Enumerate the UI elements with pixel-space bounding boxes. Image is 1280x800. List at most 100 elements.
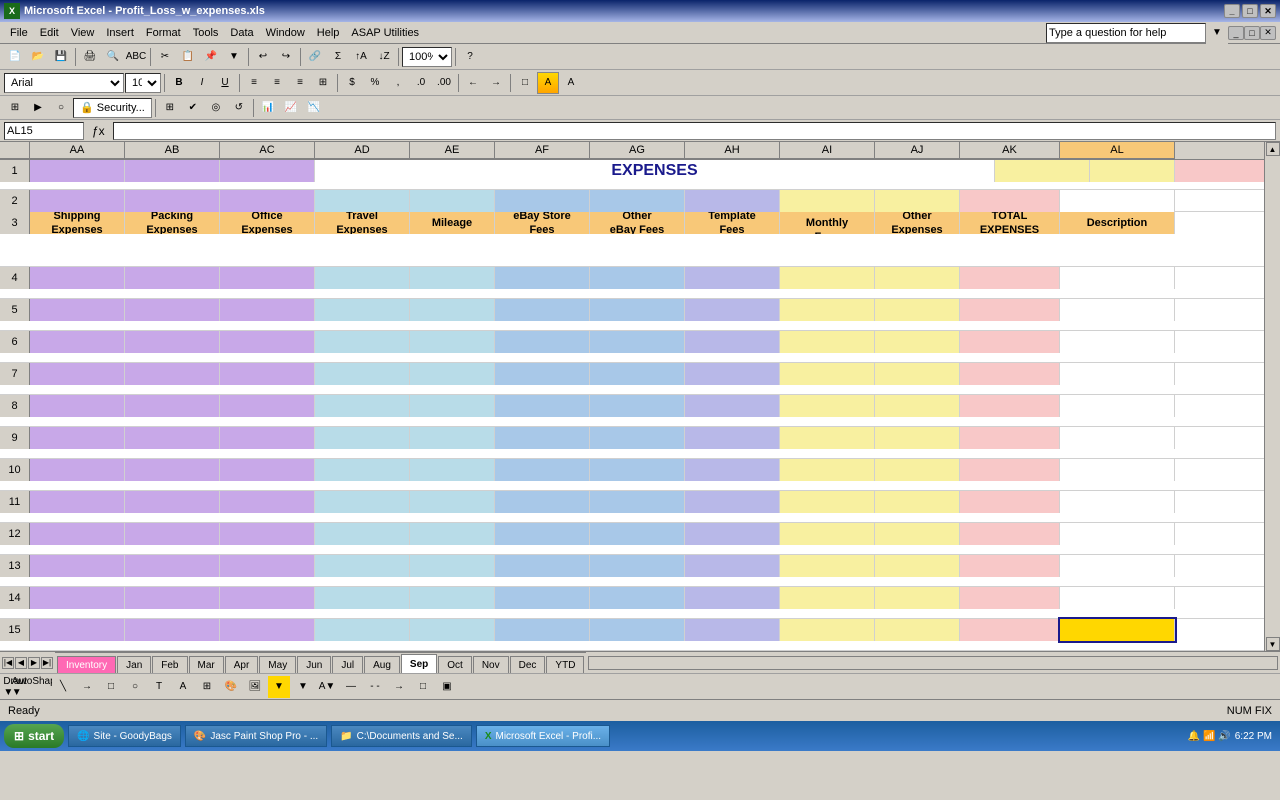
horizontal-scrollbar[interactable] (588, 656, 1278, 670)
cell-AB7[interactable] (125, 363, 220, 385)
cell-AA11[interactable] (30, 491, 125, 513)
cell-AA10[interactable] (30, 459, 125, 481)
cell-AD8[interactable] (315, 395, 410, 417)
cell-AA7[interactable] (30, 363, 125, 385)
cell-AI4[interactable] (780, 267, 875, 289)
cell-AL6[interactable] (1060, 331, 1175, 353)
sheet-tab-jul[interactable]: Jul (332, 656, 363, 673)
cell-AH9[interactable] (685, 427, 780, 449)
sheet-last-btn[interactable]: ▶| (41, 657, 53, 669)
cell-AD15[interactable] (315, 619, 410, 641)
cell-AG10[interactable] (590, 459, 685, 481)
cell-AC4[interactable] (220, 267, 315, 289)
sheet-tab-jun[interactable]: Jun (297, 656, 331, 673)
align-center-btn[interactable]: ≡ (266, 72, 288, 94)
new-btn[interactable]: 📄 (4, 46, 26, 68)
cell-AG4[interactable] (590, 267, 685, 289)
col-AB[interactable]: AB (125, 142, 220, 159)
menu-insert[interactable]: Insert (100, 25, 140, 41)
autosum-btn[interactable]: Σ (327, 46, 349, 68)
sort-desc-btn[interactable]: ↓Z (373, 46, 395, 68)
cell-AJ9[interactable] (875, 427, 960, 449)
minimize-btn[interactable]: _ (1224, 4, 1240, 18)
cell-AD14[interactable] (315, 587, 410, 609)
cell-AG9[interactable] (590, 427, 685, 449)
title-bar-controls[interactable]: _ □ ✕ (1224, 4, 1276, 18)
tb-e6[interactable]: 📊 (257, 97, 279, 119)
header-shipping[interactable]: ShippingExpenses (30, 212, 125, 234)
cell-AG7[interactable] (590, 363, 685, 385)
cell-AL10[interactable] (1060, 459, 1175, 481)
zoom-select[interactable]: 100% (402, 47, 452, 67)
cell-AC8[interactable] (220, 395, 315, 417)
cell-AG15[interactable] (590, 619, 685, 641)
cell-AF8[interactable] (495, 395, 590, 417)
header-total[interactable]: TOTALEXPENSES (960, 212, 1060, 234)
paste-btn[interactable]: 📌 (200, 46, 222, 68)
cell-AH6[interactable] (685, 331, 780, 353)
menu-data[interactable]: Data (224, 25, 259, 41)
taskbar-item-excel[interactable]: X Microsoft Excel - Profi... (476, 725, 610, 747)
cell-AK8[interactable] (960, 395, 1060, 417)
cell-AE2[interactable] (410, 190, 495, 212)
cell-AC10[interactable] (220, 459, 315, 481)
cell-AF11[interactable] (495, 491, 590, 513)
save-btn[interactable]: 💾 (50, 46, 72, 68)
cell-AI15[interactable] (780, 619, 875, 641)
font-name[interactable]: Arial (4, 73, 124, 93)
header-other-monthly[interactable]: OtherMonthlyFees (780, 212, 875, 234)
close-btn[interactable]: ✕ (1260, 4, 1276, 18)
cell-AC13[interactable] (220, 555, 315, 577)
fill-color-btn[interactable]: A (537, 72, 559, 94)
help-search[interactable] (1046, 23, 1206, 43)
cell-AB2[interactable] (125, 190, 220, 212)
cell-AB13[interactable] (125, 555, 220, 577)
scroll-h-container[interactable] (586, 652, 1280, 673)
hyperlink-btn[interactable]: 🔗 (304, 46, 326, 68)
cell-AH13[interactable] (685, 555, 780, 577)
col-AJ[interactable]: AJ (875, 142, 960, 159)
cell-AI13[interactable] (780, 555, 875, 577)
menu-edit[interactable]: Edit (34, 25, 65, 41)
cell-AI11[interactable] (780, 491, 875, 513)
oval-btn[interactable]: ○ (124, 676, 146, 698)
italic-btn[interactable]: I (191, 72, 213, 94)
cell-AG6[interactable] (590, 331, 685, 353)
cell-AA13[interactable] (30, 555, 125, 577)
sheet-tab-apr[interactable]: Apr (225, 656, 259, 673)
cell-AI12[interactable] (780, 523, 875, 545)
cell-AI14[interactable] (780, 587, 875, 609)
cell-AE9[interactable] (410, 427, 495, 449)
app-minimize-btn[interactable]: _ (1228, 26, 1244, 40)
cell-AK12[interactable] (960, 523, 1060, 545)
tb-e7[interactable]: 📈 (280, 97, 302, 119)
cell-AF12[interactable] (495, 523, 590, 545)
cell-AD4[interactable] (315, 267, 410, 289)
autoshapes-btn[interactable]: AutoShapes ▼ (28, 676, 50, 698)
menu-window[interactable]: Window (260, 25, 311, 41)
textbox-btn[interactable]: T (148, 676, 170, 698)
cell-AE13[interactable] (410, 555, 495, 577)
col-AK[interactable]: AK (960, 142, 1060, 159)
cell-AA12[interactable] (30, 523, 125, 545)
cell-AA1[interactable] (30, 160, 125, 182)
cell-AD10[interactable] (315, 459, 410, 481)
cell-AJ1[interactable] (1090, 160, 1175, 182)
cell-AI6[interactable] (780, 331, 875, 353)
tb-e5[interactable]: ↺ (228, 97, 250, 119)
cell-AB14[interactable] (125, 587, 220, 609)
cell-AB10[interactable] (125, 459, 220, 481)
cell-AI1[interactable] (995, 160, 1090, 182)
cell-AA9[interactable] (30, 427, 125, 449)
cell-AJ10[interactable] (875, 459, 960, 481)
cell-AC1[interactable] (220, 160, 315, 182)
cell-AJ13[interactable] (875, 555, 960, 577)
cell-AC11[interactable] (220, 491, 315, 513)
sheet-nav-btns[interactable]: |◀ ◀ ▶ ▶| (0, 652, 55, 673)
shadow-btn[interactable]: □ (412, 676, 434, 698)
cell-AF4[interactable] (495, 267, 590, 289)
cell-AK6[interactable] (960, 331, 1060, 353)
cell-AL12[interactable] (1060, 523, 1175, 545)
sheet-next-btn[interactable]: ▶ (28, 657, 40, 669)
cell-AI8[interactable] (780, 395, 875, 417)
